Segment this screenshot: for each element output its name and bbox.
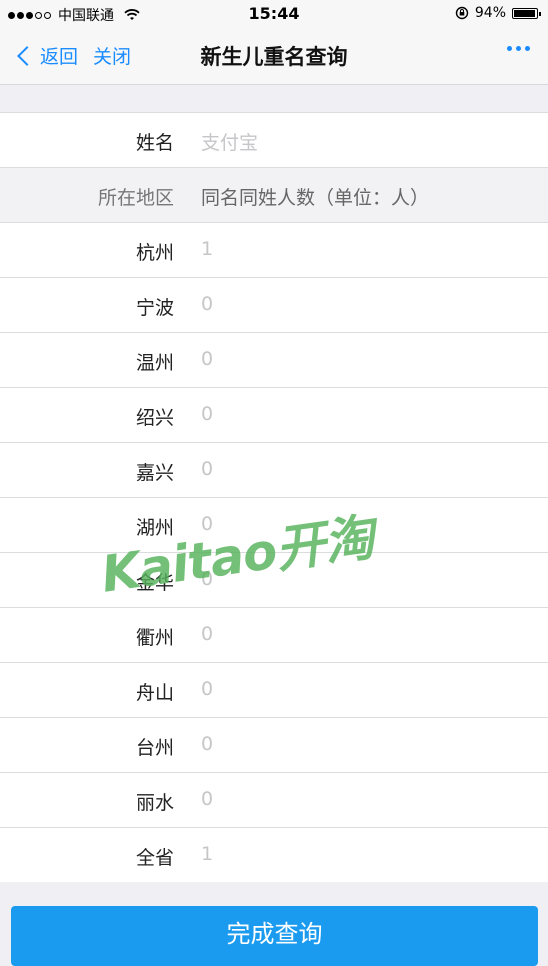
table-row: 绍兴 0 bbox=[0, 387, 548, 442]
table-header: 所在地区 同名同姓人数（单位：人） bbox=[0, 167, 548, 222]
region-label: 丽水 bbox=[135, 792, 174, 814]
region-label: 温州 bbox=[135, 352, 174, 374]
region-label: 台州 bbox=[135, 737, 174, 759]
table-row: 舟山 0 bbox=[0, 662, 548, 717]
region-label: 舟山 bbox=[135, 682, 174, 704]
name-row: 姓名 支付宝 bbox=[0, 112, 548, 167]
region-label: 杭州 bbox=[135, 242, 174, 264]
count-value: 0 bbox=[201, 403, 214, 425]
header-region-label: 所在地区 bbox=[97, 187, 174, 209]
result-table: 姓名 支付宝 所在地区 同名同姓人数（单位：人） 杭州 1 宁波 0 温州 0 绍兴 0… bbox=[0, 112, 548, 882]
region-label: 衢州 bbox=[135, 627, 174, 649]
count-value: 1 bbox=[201, 843, 214, 865]
name-input[interactable]: 支付宝 bbox=[201, 128, 258, 155]
status-right: 94% bbox=[455, 5, 541, 21]
count-value: 0 bbox=[201, 293, 214, 315]
count-value: 0 bbox=[201, 788, 214, 810]
region-label: 全省 bbox=[135, 847, 174, 869]
region-label: 绍兴 bbox=[135, 407, 174, 429]
header-count-label: 同名同姓人数（单位：人） bbox=[201, 187, 430, 209]
count-value: 0 bbox=[201, 348, 214, 370]
battery-icon bbox=[512, 7, 541, 19]
table-row: 温州 0 bbox=[0, 332, 548, 387]
count-value: 0 bbox=[201, 458, 214, 480]
status-bar: 中国联通 15:44 94% bbox=[0, 0, 548, 30]
table-row: 全省 1 bbox=[0, 827, 548, 882]
navigation-bar: 返回 关闭 新生儿重名查询 bbox=[0, 30, 548, 85]
region-label: 嘉兴 bbox=[135, 462, 174, 484]
count-value: 0 bbox=[201, 733, 214, 755]
page-title: 新生儿重名查询 bbox=[200, 45, 348, 69]
table-row: 台州 0 bbox=[0, 717, 548, 772]
count-value: 0 bbox=[201, 678, 214, 700]
region-label: 宁波 bbox=[135, 297, 174, 319]
more-dots-icon[interactable] bbox=[507, 46, 530, 51]
table-row: 丽水 0 bbox=[0, 772, 548, 827]
count-value: 0 bbox=[201, 623, 214, 645]
table-row: 嘉兴 0 bbox=[0, 442, 548, 497]
count-value: 1 bbox=[201, 238, 214, 260]
orientation-lock-icon bbox=[455, 6, 469, 20]
submit-button[interactable]: 完成查询 bbox=[11, 906, 538, 966]
table-row: 杭州 1 bbox=[0, 222, 548, 277]
name-label: 姓名 bbox=[135, 132, 174, 154]
table-row: 衢州 0 bbox=[0, 607, 548, 662]
table-row: 宁波 0 bbox=[0, 277, 548, 332]
battery-percent: 94% bbox=[474, 5, 506, 21]
